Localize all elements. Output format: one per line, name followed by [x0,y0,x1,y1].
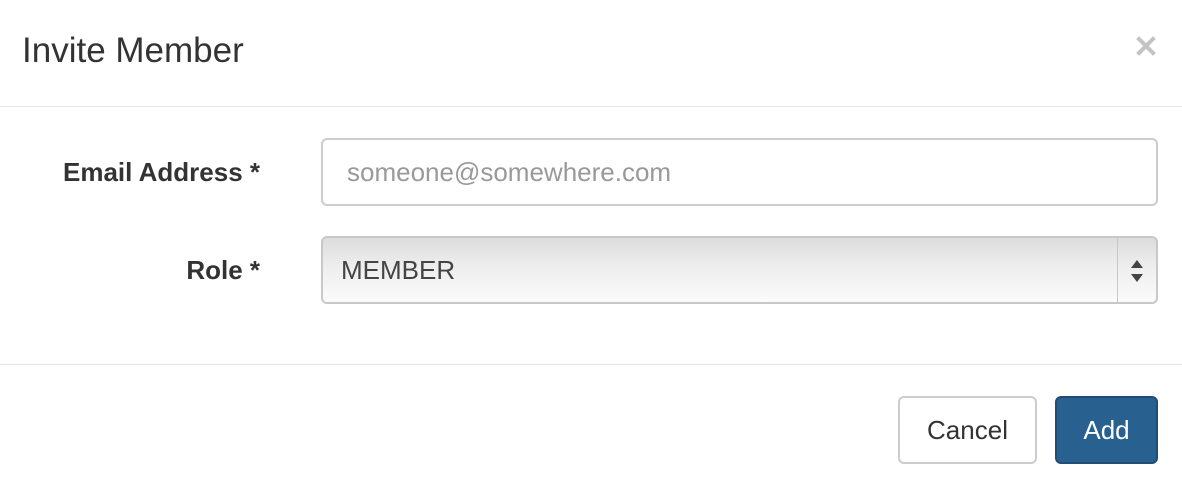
email-label: Email Address * [62,157,260,187]
role-selected-value: MEMBER [341,255,456,285]
dialog-body: Email Address * Role * MEMBER [0,107,1182,365]
close-button[interactable] [1128,28,1164,64]
role-form-group: Role * MEMBER [0,236,1182,304]
add-button[interactable]: Add [1055,396,1158,464]
dialog-title: Invite Member [22,31,244,70]
email-form-group: Email Address * [0,138,1182,206]
select-divider [1117,238,1118,302]
close-icon [1128,28,1164,64]
role-select[interactable]: MEMBER [321,236,1158,304]
dialog-header: Invite Member [0,0,1182,107]
invite-member-dialog: Invite Member Email Address * Role * MEM… [0,0,1182,486]
dialog-footer: Cancel Add [0,365,1182,486]
cancel-button[interactable]: Cancel [898,396,1037,464]
select-arrows-icon [1126,256,1148,286]
email-field[interactable] [321,138,1158,206]
role-label: Role * [186,255,260,285]
